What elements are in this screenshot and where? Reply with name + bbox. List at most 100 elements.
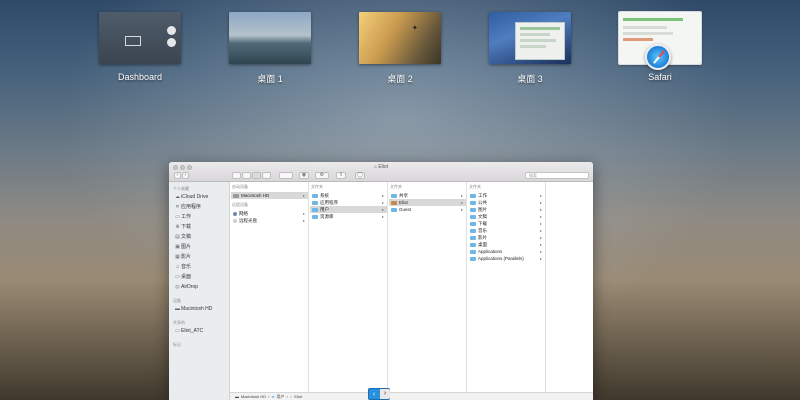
list-item[interactable]: 影片 ▸ <box>468 234 545 241</box>
space-thumbnail[interactable] <box>229 12 311 64</box>
list-item[interactable]: 资源库 ▸ <box>310 213 387 220</box>
action-gear-icon[interactable]: ⚙ <box>315 172 329 179</box>
sidebar-item-downloads[interactable]: ⊕下载 <box>174 223 230 232</box>
space-thumbnail[interactable]: ✦ <box>359 12 441 64</box>
window-thumbnail-row <box>520 39 556 42</box>
list-item[interactable]: 公共 ▸ <box>468 199 545 206</box>
list-item[interactable]: Applications ▸ <box>468 248 545 255</box>
sidebar-item-eliot-atc[interactable]: ▭Eliot_ATC <box>174 327 230 336</box>
sidebar-item-label: 音乐 <box>181 264 192 270</box>
path-item[interactable]: Macintosh HD <box>241 394 266 399</box>
back-button[interactable]: ‹ <box>174 172 181 179</box>
sidebar-item-applications[interactable]: ✕应用程序 <box>174 203 230 212</box>
window-thumbnail-row <box>520 45 546 48</box>
column-header: 文件夹 <box>311 184 323 189</box>
next-button[interactable]: › <box>380 389 390 399</box>
sidebar-item-label: 文稿 <box>181 234 192 240</box>
list-item[interactable]: 音乐 ▸ <box>468 227 545 234</box>
window-thumbnail-row <box>623 38 653 41</box>
chevron-right-icon: ▸ <box>302 211 305 216</box>
sidebar-item-macintosh-hd[interactable]: ▬Macintosh HD <box>174 305 230 314</box>
list-item[interactable]: 网络 ▸ <box>231 210 308 217</box>
list-item[interactable]: 用户 ▸ <box>310 206 387 213</box>
path-item[interactable]: Eliot <box>294 394 302 399</box>
forward-button[interactable]: › <box>182 172 189 179</box>
home-folder-icon: ⌂ <box>289 394 293 399</box>
list-item[interactable]: Eliot ▸ <box>389 199 466 206</box>
column-view-button[interactable] <box>252 172 261 179</box>
list-item[interactable]: Guest ▸ <box>389 206 466 213</box>
list-item[interactable]: 下载 ▸ <box>468 220 545 227</box>
sidebar-item-music[interactable]: ♫ 音乐 <box>174 263 230 272</box>
sidebar-item-icloud-drive[interactable]: ☁iCloud Drive <box>174 193 230 202</box>
list-item[interactable]: 图片 ▸ <box>468 206 545 213</box>
chevron-right-icon: ▸ <box>539 221 542 226</box>
sidebar-item-movies[interactable]: ▦影片 <box>174 253 230 262</box>
space-desktop-2[interactable]: ✦ 桌面 2 <box>359 12 441 84</box>
list-item[interactable]: 文稿 ▸ <box>468 213 545 220</box>
folder-icon <box>470 221 476 226</box>
chevron-right-icon: ▸ <box>460 193 463 198</box>
list-item-label: 下载 <box>478 221 487 226</box>
list-view-button[interactable] <box>242 172 251 179</box>
sidebar-item-work[interactable]: ▭工作 <box>174 213 230 222</box>
list-item-label: 公共 <box>478 200 487 205</box>
space-desktop-1[interactable]: 桌面 1 <box>229 12 311 84</box>
space-thumbnail[interactable] <box>99 12 181 64</box>
list-item[interactable]: 桌面 ▸ <box>468 241 545 248</box>
sidebar-section-header: 标记 <box>173 342 181 347</box>
chevron-right-icon: ▸ <box>539 256 542 261</box>
clock-icon <box>167 38 176 47</box>
space-thumbnail[interactable] <box>489 12 571 64</box>
sidebar-item-pictures[interactable]: ▣图片 <box>174 243 230 252</box>
chevron-right-icon: ▸ <box>381 193 384 198</box>
list-item-label: 工作 <box>478 193 487 198</box>
coverflow-view-button[interactable] <box>262 172 271 179</box>
sidebar-item-documents[interactable]: ▤文稿 <box>174 233 230 242</box>
list-item[interactable]: 工作 ▸ <box>468 192 545 199</box>
previous-button[interactable]: ‹ <box>369 390 379 399</box>
window-title: ⌂ Eliot <box>169 164 593 170</box>
list-item[interactable]: Applications (Parallels) ▸ <box>468 255 545 262</box>
list-item[interactable]: 远程光盘 ▸ <box>231 217 308 224</box>
sidebar-item-airdrop[interactable]: ◎AirDrop <box>174 283 230 292</box>
folder-icon <box>470 242 476 247</box>
list-item[interactable]: 系统 ▸ <box>310 192 387 199</box>
list-item-label: Guest <box>399 207 412 212</box>
sidebar-item-label: 下载 <box>181 224 192 230</box>
share-icon[interactable]: ⇧ <box>336 172 346 179</box>
chevron-right-icon: ▸ <box>302 218 305 223</box>
list-item[interactable]: 应用程序 ▸ <box>310 199 387 206</box>
sidebar-item-label: 图片 <box>181 244 192 250</box>
harddisk-icon: ▬ <box>175 306 180 312</box>
space-dashboard[interactable]: Dashboard <box>99 12 181 82</box>
search-input[interactable]: 搜索 <box>525 172 589 179</box>
icon-view-button[interactable] <box>232 172 241 179</box>
arrange-button[interactable] <box>279 172 293 179</box>
chevron-right-icon: ▸ <box>539 249 542 254</box>
title-bar[interactable]: ⌂ Eliot ‹ › ◉ ⚙ ⇧ ◯ 搜索 <box>169 162 593 182</box>
list-item[interactable]: 共享 ▸ <box>389 192 466 199</box>
quicklook-eye-icon[interactable]: ◉ <box>299 172 309 179</box>
chevron-right-icon: ▸ <box>539 235 542 240</box>
sidebar-item-label: 应用程序 <box>181 204 202 210</box>
sidebar-item-desktop[interactable]: ▭桌面 <box>174 273 230 282</box>
space-desktop-3[interactable]: 桌面 3 <box>489 12 571 84</box>
path-separator: › <box>268 394 270 399</box>
tag-icon[interactable]: ◯ <box>355 172 365 179</box>
list-item-label: 影片 <box>478 235 487 240</box>
dashboard-widget <box>125 36 141 46</box>
window-thumbnail-row <box>623 32 673 35</box>
sidebar-section-header: 共享的 <box>173 320 185 325</box>
space-label: 桌面 1 <box>257 74 283 84</box>
list-item-label: 桌面 <box>478 242 487 247</box>
chevron-right-icon: ▸ <box>381 200 384 205</box>
path-item[interactable]: 用户 <box>277 394 285 399</box>
finder-sidebar: 个人收藏 ☁iCloud Drive ✕应用程序 ▭工作 ⊕下载 ▤文稿 ▣图片… <box>169 182 230 400</box>
finder-window: ⌂ Eliot ‹ › ◉ ⚙ ⇧ ◯ 搜索 个人收藏 ☁iCloud Driv… <box>169 162 593 400</box>
list-item-label: Eliot <box>399 200 408 205</box>
sidebar-section-header: 设备 <box>173 298 181 303</box>
sidebar-item-label: 影片 <box>181 254 192 260</box>
column-header: 文件夹 <box>390 184 402 189</box>
list-item[interactable]: Macintosh HD ▸ <box>231 192 308 199</box>
